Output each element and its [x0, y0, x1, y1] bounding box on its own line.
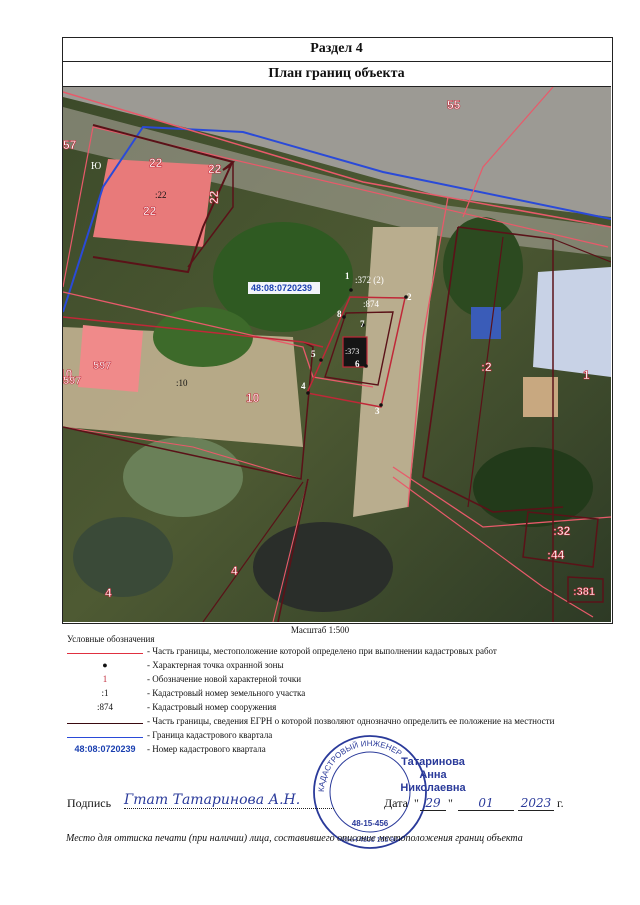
pink-roof	[78, 325, 143, 392]
point-7: 7	[360, 319, 365, 329]
stamp-name-line: Татаринова	[401, 756, 465, 768]
date-year: 2023	[518, 796, 554, 811]
legend-item: - Часть границы, сведения ЕГРН о которой…	[67, 716, 607, 730]
point-2: 2	[407, 292, 412, 302]
stamp-number: 48-15-456	[352, 819, 389, 828]
stamp-name: Татаринова Анна Николаевна	[388, 756, 478, 795]
legend-item: :1 - Кадастровый номер земельного участк…	[67, 688, 607, 702]
label-10: 10	[246, 391, 260, 405]
legend-text: - Часть границы, сведения ЕГРН о которой…	[147, 716, 555, 726]
legend-text: - Кадастровый номер земельного участка	[147, 688, 306, 698]
label-4: 4	[231, 564, 238, 578]
legend-point-symbol: 1	[102, 674, 108, 684]
legend-text: - Обозначение новой характерной точки	[147, 674, 302, 684]
legend-item: 1 - Обозначение новой характерной точки	[67, 674, 607, 688]
legend-red-line-symbol	[67, 653, 143, 654]
label-point-top: Ю	[91, 161, 101, 172]
label-874: :874	[363, 299, 380, 309]
date-month: 01	[458, 796, 514, 811]
year-suffix: г.	[557, 796, 564, 810]
legend-item: :874 - Кадастровый номер сооружения	[67, 702, 607, 716]
label-57: 57	[63, 138, 77, 152]
label-22: 22	[208, 162, 222, 176]
legend-title: Условные обозначения	[67, 634, 155, 644]
label-22: 22	[207, 190, 221, 204]
label-381: :381	[573, 586, 595, 598]
point-6: 6	[355, 359, 360, 369]
label-373: :373	[345, 347, 359, 356]
red-roof-house	[93, 159, 213, 247]
label-2: :2	[481, 360, 492, 374]
label-cad-22: :22	[155, 190, 167, 200]
label-cad-10: :10	[176, 378, 188, 388]
point-8: 8	[337, 309, 342, 319]
legend-structure-symbol: :874	[96, 702, 113, 712]
satellite-map: 55 57 22 22 22 22 10 10 597 597 1 4 4 :3…	[63, 87, 611, 622]
point-4: 4	[301, 381, 306, 391]
stamp-name-line: Николаевна	[400, 782, 466, 794]
legend-quarter-symbol: 48:08:0720239	[74, 744, 136, 754]
quarter-number-label: 48:08:0720239	[251, 283, 312, 293]
legend-item: ● - Характерная точка охранной зоны	[67, 660, 607, 674]
label-55: 55	[447, 98, 461, 112]
legend-text: - Характерная точка охранной зоны	[147, 660, 284, 670]
legend-dot-symbol: ●	[102, 660, 108, 670]
point-3: 3	[375, 406, 380, 416]
legend-text: - Номер кадастрового квартала	[147, 744, 266, 754]
legend-text: - Граница кадастрового квартала	[147, 730, 273, 740]
label-22: 22	[143, 204, 157, 218]
blue-object	[471, 307, 501, 339]
label-22: 22	[149, 156, 163, 170]
handwritten-signature: Гтат Татаринова А.Н.	[124, 792, 334, 809]
legend-parcel-symbol: :1	[101, 688, 109, 698]
label-372: :372 (2)	[355, 275, 384, 285]
label-32: :32	[553, 524, 571, 538]
grey-roof-house	[533, 267, 611, 377]
date-day: 29	[420, 796, 446, 811]
label-44: :44	[547, 548, 565, 562]
point-1: 1	[345, 271, 350, 281]
stamp-place-note: Место для оттиска печати (при наличии) л…	[66, 833, 523, 844]
label-1: 1	[583, 368, 590, 382]
label-4: 4	[105, 586, 112, 600]
legend-text: - Кадастровый номер сооружения	[147, 702, 277, 712]
legend-item: - Часть границы, местоположение которой …	[67, 646, 607, 660]
label-597: 597	[93, 360, 111, 372]
label-597: 597	[63, 375, 81, 387]
signature-label: Подпись	[67, 796, 112, 810]
stamp-name-line: Анна	[419, 769, 447, 781]
date-label: Дата	[384, 796, 408, 810]
legend-blue-line-symbol	[67, 737, 143, 738]
legend-text: - Часть границы, местоположение которой …	[147, 646, 497, 656]
point-5: 5	[311, 349, 316, 359]
legend-dark-line-symbol	[67, 723, 143, 724]
